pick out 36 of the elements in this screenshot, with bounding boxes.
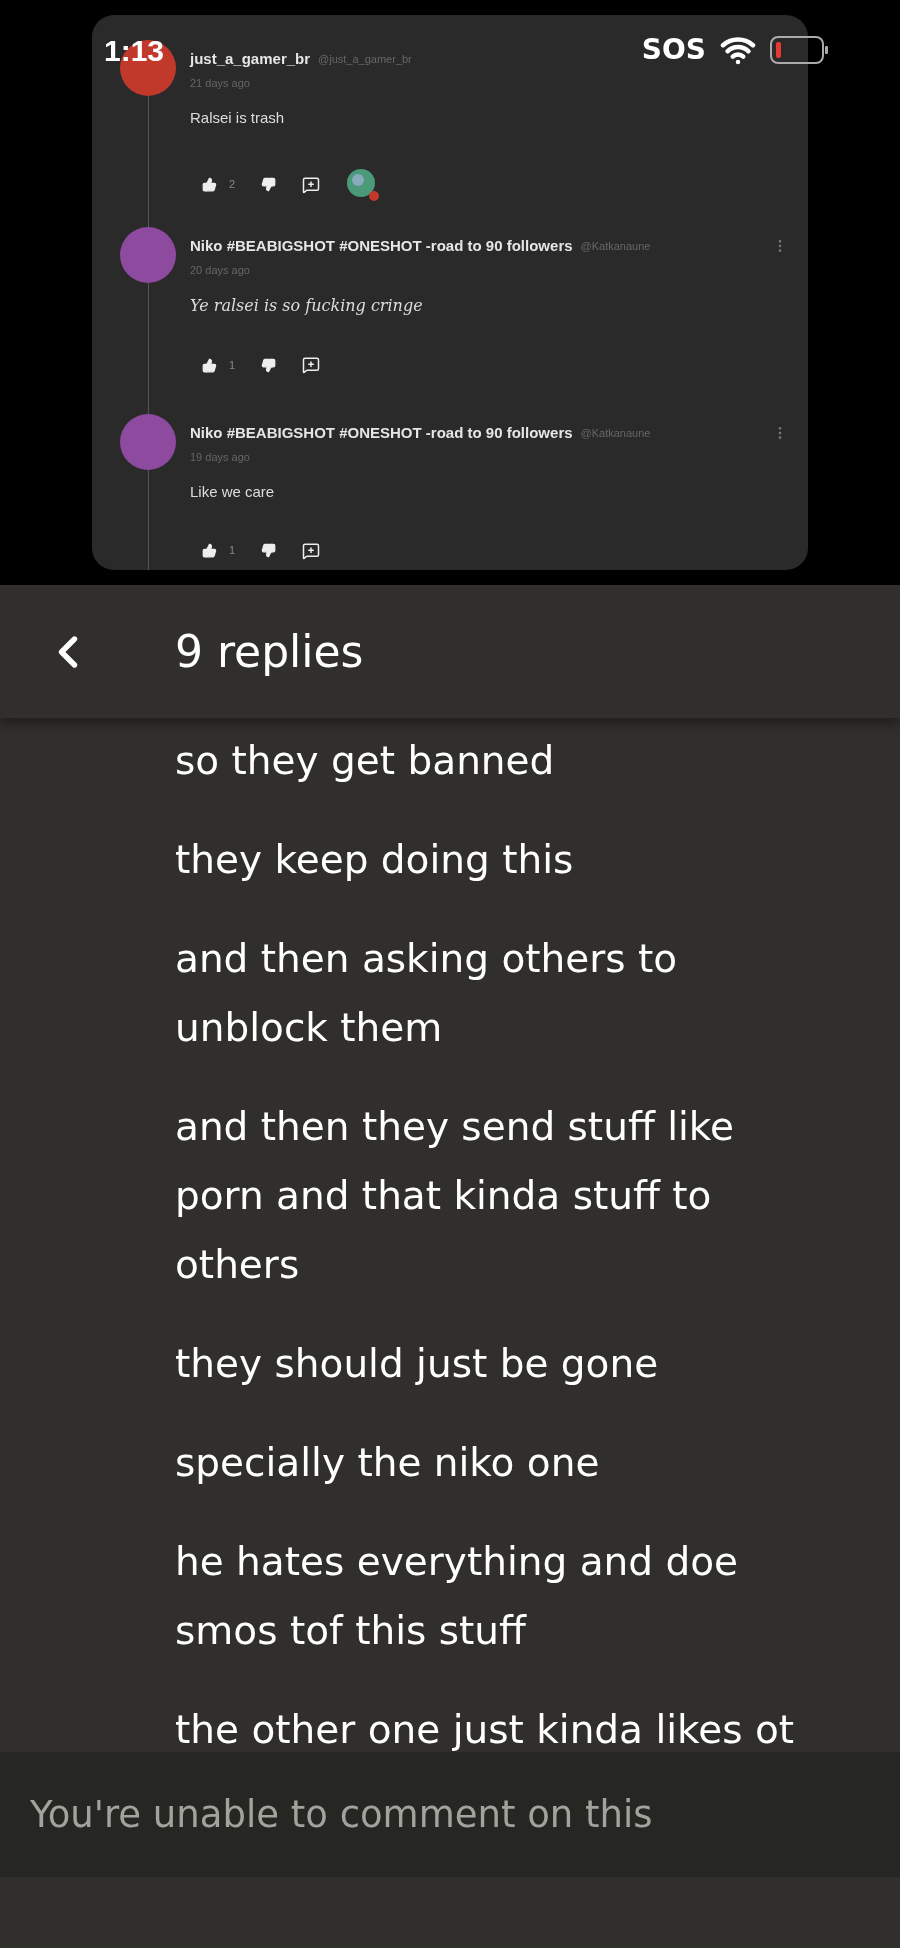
comment-text: Like we care: [190, 482, 276, 502]
user-handle: @just_a_gamer_br: [318, 52, 412, 67]
reply-message: the other one just kinda likes ot: [175, 1706, 796, 1752]
carrier-label: SOS: [641, 32, 706, 68]
user-handle: @Katkanaune: [580, 426, 651, 441]
reply-message: and then asking others to unblock them: [175, 935, 679, 1052]
like-count: 1: [229, 543, 236, 559]
comment-text: Ye ralsei is so fucking cringe: [190, 295, 424, 317]
like-icon[interactable]: [202, 177, 217, 192]
comment-text: Ralsei is trash: [190, 108, 286, 128]
reply-icon[interactable]: [302, 356, 321, 374]
reply-message: he hates everything and doe smos tof this stuff: [175, 1538, 739, 1655]
reply-message: so they get banned: [175, 737, 556, 785]
username: Niko #BEABIGSHOT #ONESHOT -road to 90 followers: [190, 236, 573, 256]
dislike-icon[interactable]: [261, 177, 277, 192]
comment-time: 19 days ago: [190, 449, 251, 465]
reply-message: they should just be gone: [175, 1340, 660, 1388]
comment-time: 21 days ago: [190, 75, 251, 91]
user-handle: @Katkanaune: [580, 239, 651, 254]
like-count: 2: [229, 177, 236, 193]
dislike-icon[interactable]: [261, 357, 277, 373]
like-icon[interactable]: [202, 543, 217, 558]
reaction-avatar-icon: [346, 167, 381, 202]
like-icon[interactable]: [202, 357, 217, 373]
comment-disabled-text: You're unable to comment on this: [30, 1791, 653, 1838]
reply-message: they keep doing this: [175, 836, 575, 884]
username: Niko #BEABIGSHOT #ONESHOT -road to 90 followers: [190, 423, 573, 443]
reply-icon[interactable]: [302, 175, 321, 194]
reply-message: specially the niko one: [175, 1439, 601, 1487]
dislike-icon[interactable]: [261, 543, 277, 558]
reply-message: and then they send stuff like porn and that kinda stuff to others: [175, 1103, 735, 1289]
battery-icon: [770, 36, 830, 64]
username: just_a_gamer_br: [190, 49, 311, 69]
like-count: 1: [229, 357, 236, 373]
reply-icon[interactable]: [302, 541, 321, 560]
header-title: 9 replies: [175, 624, 364, 679]
